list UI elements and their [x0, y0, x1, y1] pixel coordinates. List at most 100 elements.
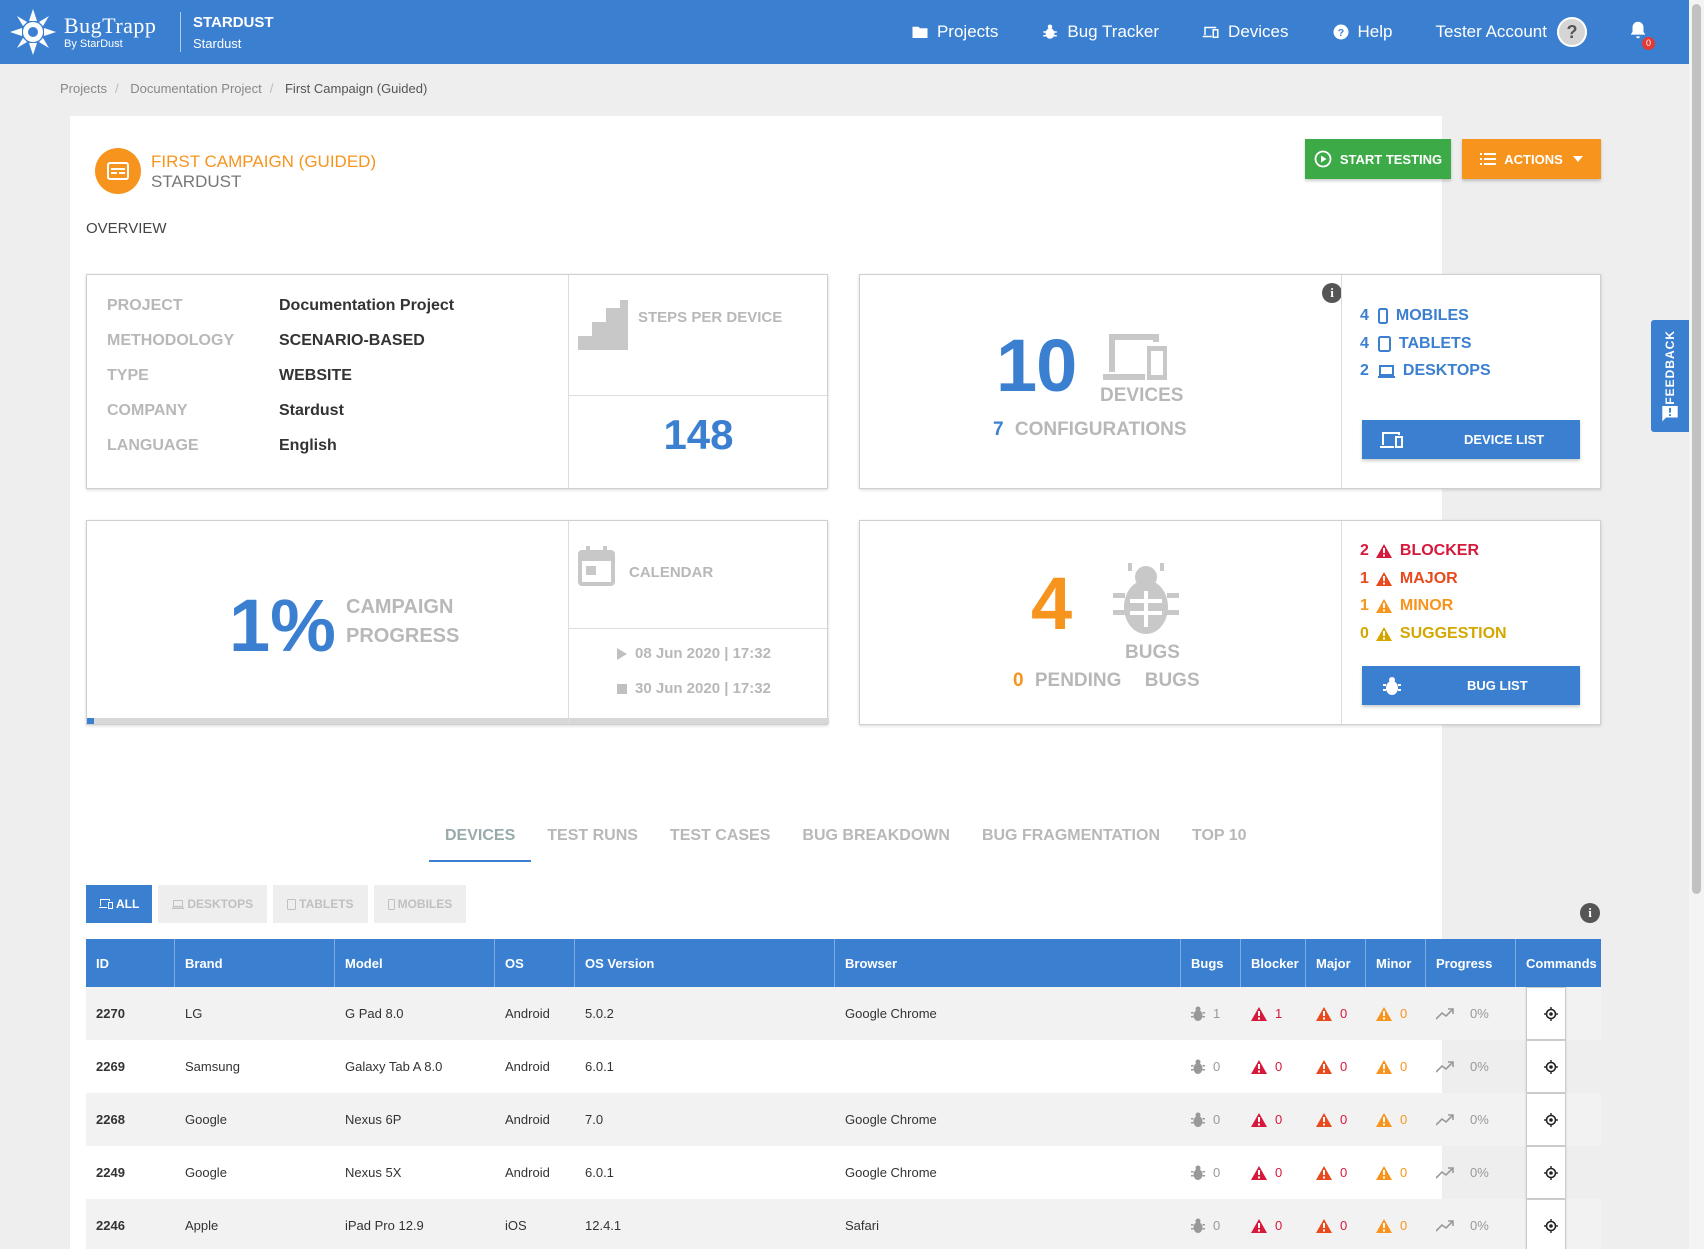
nav-account[interactable]: Tester Account ? — [1435, 17, 1587, 47]
column-header[interactable]: Commands — [1516, 939, 1601, 987]
locate-icon — [1544, 1059, 1558, 1074]
desktops-count-link[interactable]: 2 DESKTOPS — [1360, 362, 1491, 380]
list-icon — [1480, 153, 1497, 165]
locate-device-button[interactable] — [1526, 1040, 1566, 1093]
scrollbar-thumb[interactable] — [1692, 4, 1701, 894]
tab-bug-fragmentation[interactable]: BUG FRAGMENTATION — [966, 826, 1176, 862]
cell-brand: Apple — [185, 1218, 219, 1233]
nav-help[interactable]: ? Help — [1332, 22, 1392, 42]
table-row[interactable]: 2270 LG G Pad 8.0 Android 5.0.2 Google Chrome… — [86, 987, 1601, 1040]
table-row[interactable]: 2246 Apple iPad Pro 12.9 iOS 12.4.1 Safari 0 0 0… — [86, 1199, 1601, 1249]
blocker-count-link[interactable]: 2 BLOCKER — [1360, 542, 1479, 560]
warning-triangle-icon — [1251, 1218, 1267, 1233]
warning-triangle-icon — [1375, 544, 1392, 558]
device-list-button[interactable]: DEVICE LIST — [1362, 420, 1580, 459]
locate-icon — [1544, 1112, 1558, 1127]
column-header[interactable]: Major — [1306, 939, 1366, 987]
mobiles-count-link[interactable]: 4 MOBILES — [1360, 307, 1469, 325]
filter-tablets-button[interactable]: TABLETS — [273, 885, 368, 923]
filter-mobiles-button[interactable]: MOBILES — [373, 885, 467, 923]
info-key: LANGUAGE — [107, 437, 199, 454]
major-count: 0 — [1340, 1006, 1348, 1021]
column-header[interactable]: Minor — [1366, 939, 1426, 987]
info-row-type: TYPE WEBSITE — [107, 367, 352, 385]
info-key: TYPE — [107, 367, 149, 384]
suggestion-label: SUGGESTION — [1399, 625, 1507, 642]
actions-dropdown-button[interactable]: ACTIONS — [1462, 139, 1601, 179]
cell-id: 2269 — [96, 1059, 125, 1074]
column-header[interactable]: Blocker — [1241, 939, 1306, 987]
info-value: Documentation Project — [279, 297, 455, 314]
tablets-count-link[interactable]: 4 TABLETS — [1360, 335, 1472, 353]
column-header[interactable]: Brand — [175, 939, 335, 987]
tab-devices[interactable]: DEVICES — [429, 826, 532, 862]
tab-test-cases[interactable]: TEST CASES — [654, 826, 786, 862]
column-header[interactable]: Progress — [1426, 939, 1516, 987]
cell-browser: Google Chrome — [845, 1165, 937, 1180]
info-value: Stardust — [279, 402, 344, 419]
info-icon[interactable]: i — [1322, 283, 1342, 303]
filter-all-button[interactable]: ALL — [86, 885, 153, 923]
panel-divider — [1341, 275, 1342, 488]
minor-count-link[interactable]: 1 MINOR — [1360, 597, 1453, 615]
bug-icon — [1191, 1218, 1205, 1233]
breadcrumb-project[interactable]: Documentation Project — [130, 81, 262, 96]
notifications-button[interactable]: 0 — [1627, 19, 1655, 50]
page-scrollbar[interactable] — [1689, 0, 1704, 1249]
configurations-line: 7 CONFIGURATIONS — [993, 419, 1187, 441]
nav-projects[interactable]: Projects — [911, 22, 998, 42]
avatar[interactable]: ? — [1557, 17, 1587, 47]
organization: STARDUST Stardust — [193, 14, 274, 51]
nav-bug-tracker[interactable]: Bug Tracker — [1041, 22, 1159, 42]
column-header[interactable]: Browser — [835, 939, 1181, 987]
bug-list-button[interactable]: BUG LIST — [1362, 666, 1580, 705]
feedback-icon — [1662, 405, 1678, 422]
tab-bug-breakdown[interactable]: BUG BREAKDOWN — [786, 826, 966, 862]
info-icon[interactable]: i — [1580, 903, 1600, 923]
locate-device-button[interactable] — [1526, 1146, 1566, 1199]
column-header[interactable]: OS Version — [575, 939, 835, 987]
warning-triangle-icon — [1376, 1112, 1392, 1127]
table-row[interactable]: 2268 Google Nexus 6P Android 7.0 Google Chrom… — [86, 1093, 1601, 1146]
start-testing-button[interactable]: START TESTING — [1305, 139, 1451, 179]
blocker-label: BLOCKER — [1399, 542, 1480, 559]
bug-icon — [1191, 1165, 1205, 1180]
column-header[interactable]: ID — [86, 939, 175, 987]
cell-blocker: 0 — [1241, 1199, 1306, 1249]
suggestion-count-link[interactable]: 0 SUGGESTION — [1360, 625, 1507, 643]
major-count-link[interactable]: 1 MAJOR — [1360, 570, 1458, 588]
column-header[interactable]: OS — [495, 939, 575, 987]
cell-blocker: 0 — [1241, 1146, 1306, 1199]
locate-device-button[interactable] — [1526, 1093, 1566, 1146]
minor-count: 0 — [1400, 1006, 1408, 1021]
major-count: 0 — [1340, 1112, 1348, 1127]
filter-tablets-label: TABLETS — [299, 897, 354, 911]
campaign-title: FIRST CAMPAIGN (GUIDED) — [151, 152, 377, 171]
breadcrumb-separator: / — [114, 81, 119, 96]
campaign-icon — [95, 148, 141, 194]
app-logo[interactable]: BugTrapp By StarDust — [0, 7, 170, 57]
locate-device-button[interactable] — [1526, 1199, 1566, 1249]
org-title: STARDUST — [193, 13, 274, 31]
breadcrumb-projects[interactable]: Projects — [60, 81, 107, 96]
locate-device-button[interactable] — [1526, 987, 1566, 1040]
cell-brand: LG — [185, 1006, 203, 1021]
blocker-count: 0 — [1275, 1059, 1283, 1074]
steps-per-device-label: STEPS PER DEVICE — [638, 309, 783, 326]
progress-bar-track — [87, 718, 829, 724]
cell-os-version: 6.0.1 — [585, 1165, 614, 1180]
table-row[interactable]: 2249 Google Nexus 5X Android 6.0.1 Google Chr… — [86, 1146, 1601, 1199]
filter-desktops-button[interactable]: DESKTOPS — [158, 885, 268, 923]
tab-top-10[interactable]: TOP 10 — [1176, 826, 1263, 862]
notification-badge: 0 — [1642, 36, 1655, 50]
nav-devices[interactable]: Devices — [1202, 22, 1289, 42]
cell-browser: Google Chrome — [845, 1006, 937, 1021]
column-header[interactable]: Model — [335, 939, 495, 987]
feedback-tab[interactable]: FEEDBACK — [1651, 320, 1689, 432]
cell-minor: 0 — [1366, 1093, 1426, 1146]
cell-os: Android — [505, 1165, 550, 1180]
column-header[interactable]: Bugs — [1181, 939, 1241, 987]
tab-test-runs[interactable]: TEST RUNS — [531, 826, 654, 862]
table-row[interactable]: 2269 Samsung Galaxy Tab A 8.0 Android 6.0.1 0… — [86, 1040, 1601, 1093]
devices-count: 10 — [996, 324, 1077, 407]
